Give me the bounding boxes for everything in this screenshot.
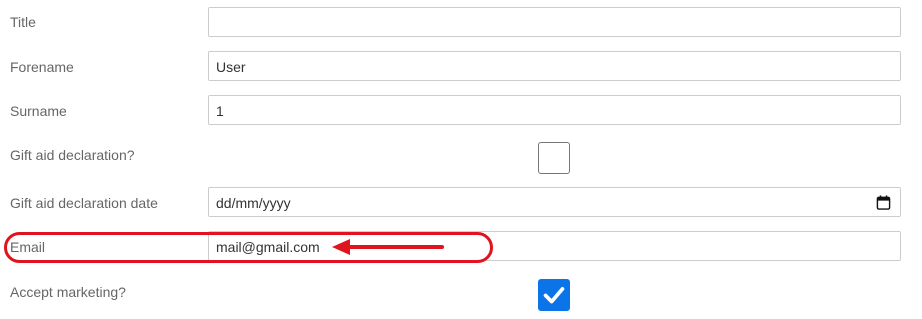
email-input[interactable]: mail@gmail.com	[208, 231, 901, 261]
gift-aid-label: Gift aid declaration?	[10, 147, 135, 163]
forename-input[interactable]: User	[208, 51, 901, 81]
accept-marketing-label: Accept marketing?	[10, 284, 126, 300]
accept-marketing-checkbox[interactable]	[538, 279, 570, 311]
gift-aid-date-input[interactable]: dd/mm/yyyy	[208, 187, 901, 217]
calendar-icon[interactable]	[876, 195, 891, 210]
gift-aid-date-label: Gift aid declaration date	[10, 195, 158, 211]
forename-input-value: User	[216, 59, 246, 75]
surname-input-value: 1	[216, 103, 224, 119]
email-label: Email	[10, 239, 46, 255]
email-input-value: mail@gmail.com	[216, 239, 320, 255]
gift-aid-checkbox[interactable]	[538, 142, 570, 174]
forename-label: Forename	[10, 59, 74, 75]
surname-input[interactable]: 1	[208, 95, 901, 125]
checkmark-icon	[543, 287, 565, 304]
title-input[interactable]	[208, 7, 901, 37]
surname-label: Surname	[10, 103, 67, 119]
title-label: Title	[10, 14, 36, 30]
gift-aid-date-placeholder: dd/mm/yyyy	[216, 195, 291, 211]
